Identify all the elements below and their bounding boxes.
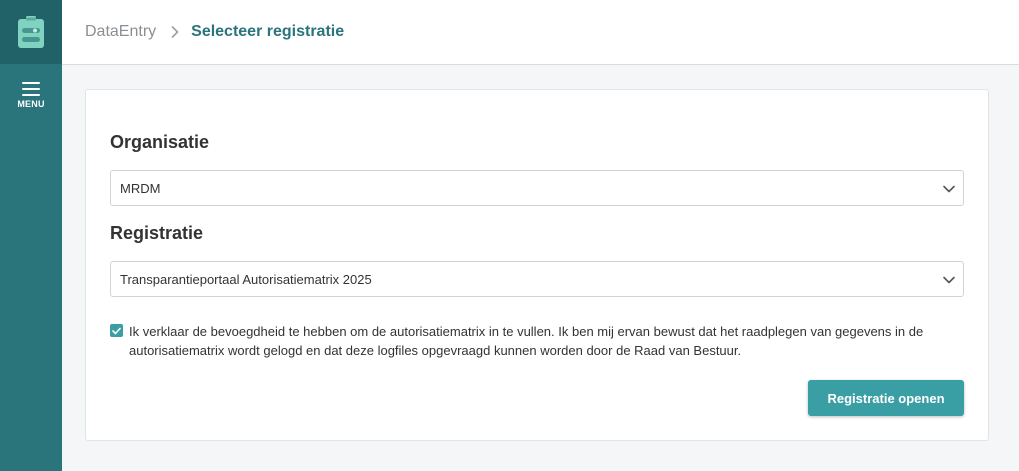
- consent-checkbox[interactable]: [110, 324, 123, 337]
- open-registration-button[interactable]: Registratie openen: [808, 380, 964, 416]
- breadcrumb-root[interactable]: DataEntry: [85, 23, 156, 41]
- sidebar: MENU: [0, 0, 62, 471]
- checkmark-icon: [112, 327, 121, 334]
- registration-card: Organisatie MRDM Registratie Transparant…: [85, 89, 989, 441]
- chevron-right-icon: [171, 26, 179, 38]
- menu-label: MENU: [17, 99, 45, 109]
- organisation-label: Organisatie: [110, 132, 210, 152]
- consent-text: Ik verklaar de bevoegdheid te hebben om …: [129, 324, 924, 358]
- registration-select[interactable]: Transparantieportaal Autorisatiematrix 2…: [110, 261, 964, 297]
- app-logo[interactable]: [0, 0, 62, 64]
- page-title: Selecteer registratie: [191, 23, 345, 40]
- chevron-down-icon: [943, 276, 955, 284]
- organisation-select[interactable]: MRDM: [110, 170, 964, 206]
- clipboard-app-icon: [18, 16, 44, 48]
- menu-button[interactable]: MENU: [0, 72, 62, 122]
- consent-row: Ik verklaar de bevoegdheid te hebben om …: [110, 322, 966, 360]
- breadcrumb: DataEntry Selecteer registratie: [62, 0, 1019, 65]
- registration-select-value: Transparantieportaal Autorisatiematrix 2…: [120, 271, 372, 287]
- hamburger-icon: [22, 82, 40, 96]
- registration-label: Registratie: [110, 223, 204, 243]
- chevron-down-icon: [943, 185, 955, 193]
- organisation-select-value: MRDM: [120, 180, 161, 196]
